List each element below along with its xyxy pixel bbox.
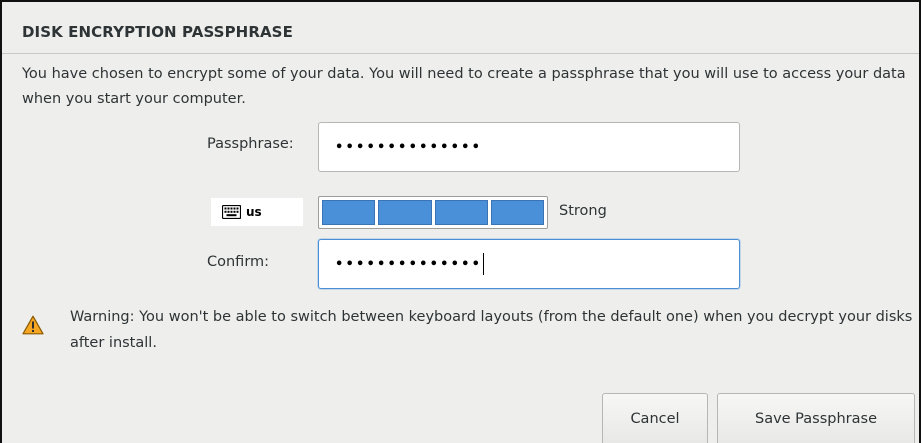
text-caret xyxy=(483,253,485,275)
keyboard-icon xyxy=(222,205,241,219)
passphrase-label: Passphrase: xyxy=(207,136,294,152)
confirm-input[interactable]: •••••••••••••• xyxy=(318,239,740,289)
passphrase-input[interactable]: •••••••••••••• xyxy=(318,122,740,172)
encryption-dialog: DISK ENCRYPTION PASSPHRASE You have chos… xyxy=(0,0,921,443)
title-separator xyxy=(2,53,919,54)
confirm-masked-value: •••••••••••••• xyxy=(335,256,483,272)
passphrase-masked-value: •••••••••••••• xyxy=(335,139,483,155)
save-passphrase-button[interactable]: Save Passphrase xyxy=(717,393,915,443)
confirm-label: Confirm: xyxy=(207,254,270,270)
strength-label: Strong xyxy=(559,203,607,219)
cancel-button[interactable]: Cancel xyxy=(602,393,708,443)
strength-segment xyxy=(434,200,488,225)
keyboard-layout-indicator[interactable]: us xyxy=(211,198,303,226)
strength-segment xyxy=(378,200,432,225)
dialog-title: DISK ENCRYPTION PASSPHRASE xyxy=(22,23,293,41)
strength-meter xyxy=(318,196,548,229)
strength-segment xyxy=(490,200,544,225)
strength-segment xyxy=(322,200,376,225)
keyboard-layout-label: us xyxy=(246,205,262,219)
warning-icon xyxy=(22,315,44,335)
warning-text: Warning: You won't be able to switch bet… xyxy=(70,309,913,351)
dialog-description: You have chosen to encrypt some of your … xyxy=(22,66,906,107)
